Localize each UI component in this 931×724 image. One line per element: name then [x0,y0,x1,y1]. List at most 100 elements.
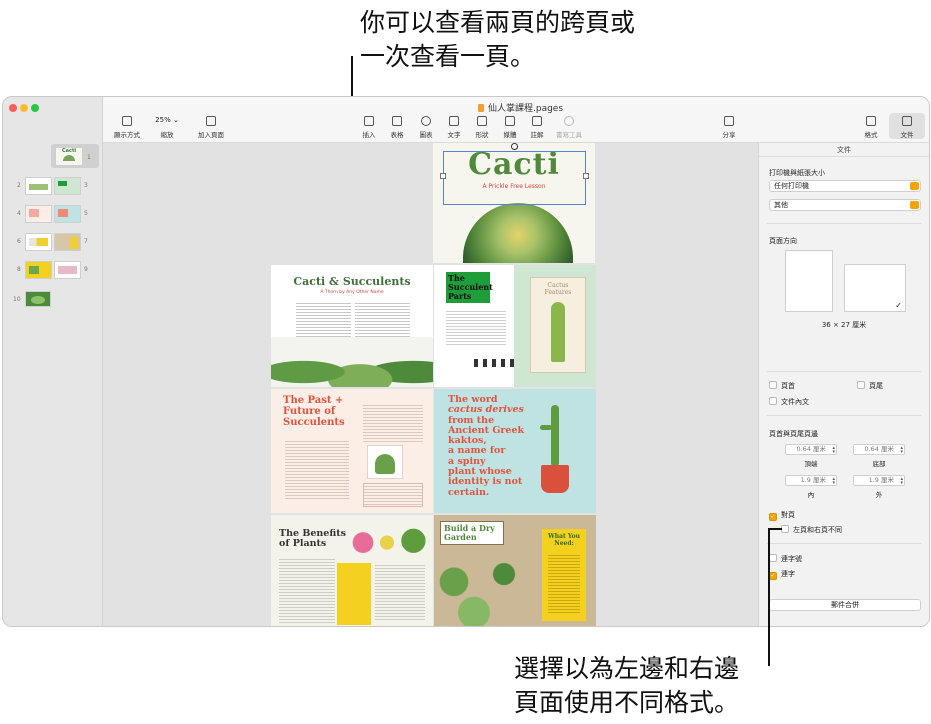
page7-plants-image [434,551,534,626]
different-left-right-checkbox[interactable]: 左頁和右頁不同 [781,525,842,535]
chevron-down-icon: ⌄ [172,116,179,124]
checkbox-checked: ✓ [769,513,777,521]
outside-margin-stepper[interactable]: 1.9 厘米 ▴ ▾ [853,475,905,486]
page4-right-body [363,403,423,443]
page5-cactus-arm [540,425,552,430]
sidebar-view-icon [122,116,132,126]
document-button[interactable]: 文件 [889,116,925,139]
callout-top-line1: 你可以查看兩頁的跨頁或 [360,8,636,37]
thumbnail-page-4[interactable] [25,205,52,223]
page2-body-left [296,301,351,337]
thumbnail-page-9[interactable] [54,261,81,279]
format-button[interactable]: 格式 [853,116,889,139]
page-succulent-parts[interactable]: The Succulent Parts Cactus Features [434,265,596,387]
bottom-margin-stepper[interactable]: 0.64 厘米 ▴ ▾ [853,444,905,455]
page-thumbnails-sidebar: Cacti 1 2 3 4 5 6 7 8 9 10 [3,97,103,626]
table-icon [392,116,402,126]
header-checkbox[interactable]: 頁首 [769,381,795,391]
facing-pages-checkbox[interactable]: ✓ 對頁 [769,510,795,521]
thumbnail-number-9: 9 [84,266,88,273]
selection-handle-top[interactable] [511,143,518,150]
page-cacti-succulents[interactable]: Cacti & Succulents A Thorn by Any Other … [271,265,433,387]
page6-pots-image [351,521,431,557]
zoom-button[interactable]: 25% ⌄ 縮放 [149,116,185,139]
thumbnail-number-3: 3 [84,182,88,189]
checkbox-box [781,525,789,533]
inspector-tab-document[interactable]: 文件 [759,143,929,157]
callout-bottom-leader [768,528,770,666]
page-benefits[interactable]: The Benefits of Plants [271,515,433,626]
stepper-arrows-icon: ▴ ▾ [832,445,835,455]
page-dry-garden[interactable]: Build a Dry Garden What You Need: [434,515,596,626]
page5-quote-line10: certain. [448,486,490,498]
page7-side-line1: What You [548,533,580,540]
top-margin-stepper[interactable]: 0.64 厘米 ▴ ▾ [785,444,837,455]
comment-button[interactable]: 註解 [519,116,555,139]
thumbnail-page-6[interactable] [25,233,52,251]
comment-icon [532,116,542,126]
close-window-button[interactable] [9,104,17,112]
thumbnail-number-10: 10 [13,296,21,303]
thumbnail-page-2[interactable] [25,177,52,195]
page2-plant-image [271,337,433,387]
minimize-window-button[interactable] [20,104,28,112]
window-title: 仙人掌課程.pages [478,101,563,114]
zoom-window-button[interactable] [31,104,39,112]
page3-icons-row [474,359,514,367]
selection-box[interactable] [443,151,586,205]
document-icon [902,116,912,126]
thumbnail-number-4: 4 [17,210,21,217]
page3-side-card: Cactus Features [530,277,586,373]
footer-checkbox[interactable]: 頁尾 [857,381,883,391]
page6-title-line2: of Plants [279,538,327,549]
add-page-icon [206,116,216,126]
writing-tools-icon [564,116,574,126]
paper-size-popup[interactable]: 其他 [769,199,921,211]
thumbnail-page-10[interactable] [25,291,51,307]
callout-bottom: 選擇以為左邊和右邊 頁面使用不同格式。 [514,652,784,720]
cover-cactus-image [463,203,573,263]
top-margin-caption: 頂端 [804,460,818,468]
media-icon [505,116,515,126]
writing-tools-button[interactable]: 書寫工具 [551,116,587,139]
selection-handle-left[interactable] [440,173,446,179]
thumbnail-page-8[interactable] [25,261,52,279]
thumbnail-number-1: 1 [87,154,91,161]
page3-title-line3: Parts [448,291,472,301]
separator [767,371,921,372]
ligatures-checkbox[interactable]: ✓ 連字 [769,569,795,580]
view-button[interactable]: 顯示方式 [109,116,145,139]
document-canvas[interactable]: Cacti A Prickle Free Lesson Cacti & Succ… [103,143,760,626]
thumbnail-page-7[interactable] [54,233,81,251]
thumbnail-page-5[interactable] [54,205,81,223]
add-page-button[interactable]: 加入頁面 [193,116,229,139]
page-cover[interactable]: Cacti A Prickle Free Lesson [433,143,595,263]
printer-popup[interactable]: 任何打印機 [769,180,921,192]
page3-side-title: Cactus Features [544,282,572,296]
share-icon [724,116,734,126]
page-quote[interactable]: The word cactus derives from the Ancient… [434,389,596,513]
page6-body [279,557,335,623]
page2-title: Cacti & Succulents [293,275,411,288]
thumbnail-page-1[interactable]: Cacti [55,147,83,166]
share-button[interactable]: 分享 [711,116,747,139]
callout-top: 你可以查看兩頁的跨頁或 一次查看一頁。 [360,6,680,74]
zoom-value: 25% ⌄ [155,116,179,124]
selection-handle-right[interactable] [583,173,589,179]
page-past-future[interactable]: The Past + Future of Succulents [271,389,433,513]
landscape-orientation-option[interactable]: ✓ [844,264,906,312]
pages-window: Cacti 1 2 3 4 5 6 7 8 9 10 仙人掌課程.pages 顯… [2,96,930,627]
page4-caption-box [363,483,423,507]
document-body-checkbox[interactable]: 文件內文 [769,397,809,407]
thumbnail-number-2: 2 [17,182,21,189]
hyphenation-checkbox[interactable]: 連字號 [769,554,802,564]
portrait-orientation-option[interactable] [785,250,833,312]
thumbnail-number-7: 7 [84,238,88,245]
page4-title-line1: The Past + [283,395,344,406]
checkbox-box [857,381,865,389]
callout-bottom-leader-tick [768,528,782,530]
thumbnail-page-3[interactable] [54,177,81,195]
mail-merge-button[interactable]: 郵件合併 [769,599,921,611]
page4-title-line2: Future of [283,406,336,417]
inside-margin-stepper[interactable]: 1.9 厘米 ▴ ▾ [785,475,837,486]
